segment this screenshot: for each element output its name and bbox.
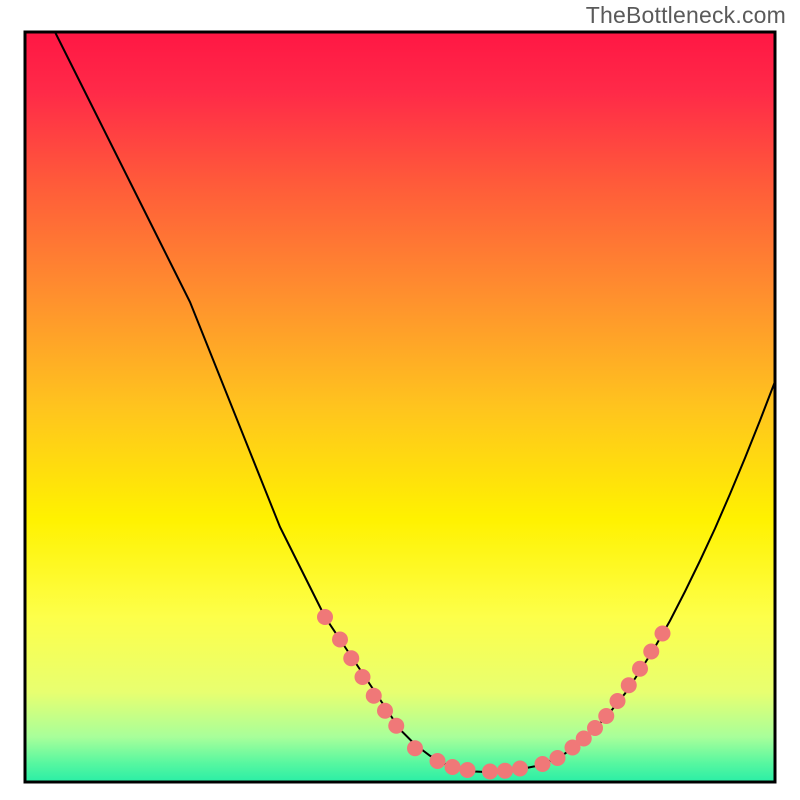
marker-point (550, 750, 566, 766)
marker-point (355, 669, 371, 685)
marker-point (460, 762, 476, 778)
watermark-text: TheBottleneck.com (586, 2, 786, 29)
marker-point (388, 718, 404, 734)
marker-point (632, 661, 648, 677)
chart-container: TheBottleneck.com (0, 0, 800, 800)
marker-point (587, 720, 603, 736)
marker-point (655, 626, 671, 642)
gradient-background (25, 32, 775, 782)
marker-point (535, 756, 551, 772)
marker-point (643, 644, 659, 660)
marker-point (377, 703, 393, 719)
marker-point (430, 753, 446, 769)
marker-point (366, 688, 382, 704)
marker-point (512, 761, 528, 777)
marker-point (445, 759, 461, 775)
chart-svg (0, 0, 800, 800)
marker-point (317, 609, 333, 625)
marker-point (497, 763, 513, 779)
marker-point (343, 650, 359, 666)
marker-point (610, 693, 626, 709)
marker-point (482, 764, 498, 780)
marker-point (598, 708, 614, 724)
marker-point (621, 677, 637, 693)
marker-point (407, 740, 423, 756)
marker-point (332, 632, 348, 648)
